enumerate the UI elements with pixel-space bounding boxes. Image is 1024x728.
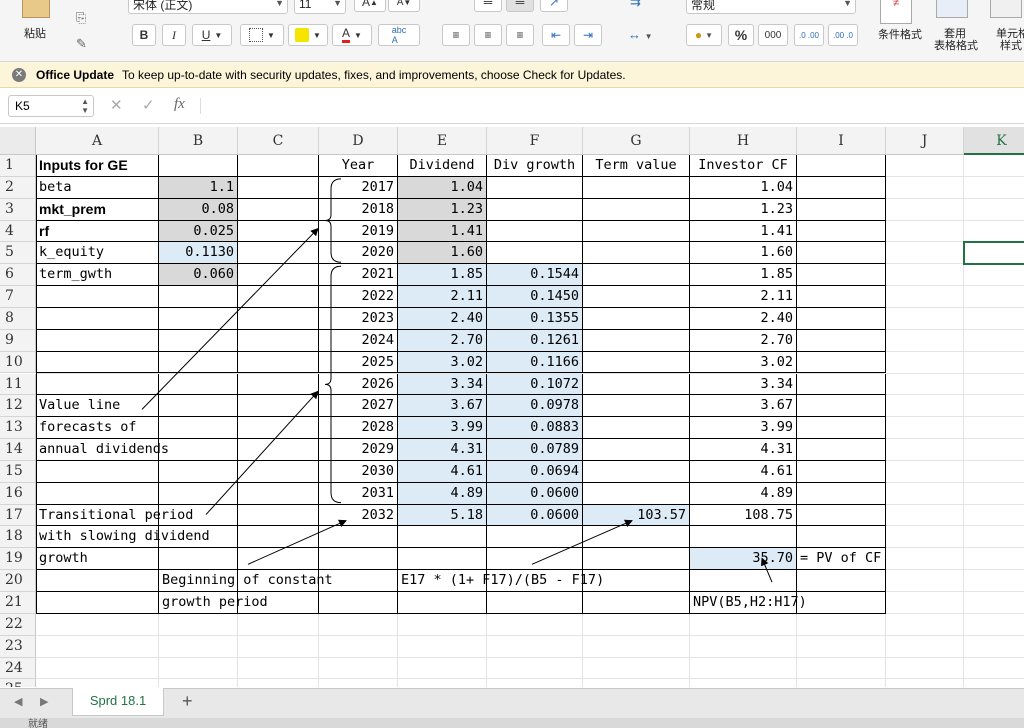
formula-bar: K5 ▲ ▼ ✕ ✓ fx	[0, 90, 1024, 124]
borders-icon	[249, 28, 264, 42]
prev-sheet-icon[interactable]: ◀	[14, 695, 22, 708]
top-align-button[interactable]: ═	[474, 0, 502, 12]
brace-transition-years	[324, 265, 342, 504]
italic-button[interactable]: I	[162, 24, 186, 46]
borders-button[interactable]: ▼	[240, 24, 284, 46]
cell-style-label-1[interactable]: 单元格	[996, 28, 1024, 40]
table-format-icon[interactable]	[936, 0, 968, 18]
sheet-tab[interactable]: Sprd 18.1	[72, 688, 164, 716]
fx-icon[interactable]: fx	[174, 96, 185, 113]
paste-label[interactable]: 粘贴	[24, 28, 46, 40]
status-bar: 就绪	[0, 718, 1024, 728]
increase-decimal-button[interactable]: .0 .00	[794, 24, 824, 46]
message-text: To keep up-to-date with security updates…	[122, 67, 626, 82]
confirm-icon[interactable]: ✓	[142, 96, 155, 114]
comma-button[interactable]: 000	[758, 24, 788, 46]
underline-letter: U	[201, 28, 211, 42]
middle-align-button[interactable]: ═	[506, 0, 534, 12]
increase-indent-button[interactable]: ⇥	[574, 24, 602, 46]
annotation-layer	[141, 178, 773, 583]
orientation-button[interactable]: ↗	[540, 0, 568, 12]
cell-style-label-2[interactable]: 样式	[1000, 40, 1022, 52]
add-sheet-button[interactable]: +	[182, 691, 193, 712]
font-name-select[interactable]: 宋体 (正文) ▼	[128, 0, 288, 14]
cell-style-icon[interactable]	[990, 0, 1022, 18]
font-size-value: 11	[299, 0, 312, 11]
phonetic-button[interactable]: abc A	[378, 24, 420, 46]
close-icon[interactable]: ✕	[12, 67, 26, 82]
merge-center-icon[interactable]: ↔ ▼	[628, 27, 653, 42]
format-painter-icon[interactable]: ✎	[76, 36, 87, 52]
formula-separator	[200, 98, 201, 114]
next-sheet-icon[interactable]: ▶	[40, 695, 48, 708]
arrow-value-line	[141, 227, 319, 410]
fill-bucket-icon	[295, 28, 310, 42]
number-format-select[interactable]: 常规 ▼	[686, 0, 856, 14]
name-box-spinner-icon[interactable]: ▲ ▼	[81, 97, 89, 115]
decrease-indent-button[interactable]: ⇤	[542, 24, 570, 46]
grow-font-button[interactable]: A ▲	[354, 0, 386, 12]
align-right-button[interactable]: ≡	[506, 24, 534, 46]
sheet-tab-bar: ◀ ▶ Sprd 18.1 +	[0, 688, 1024, 718]
number-format-value: 常规	[691, 0, 716, 12]
align-left-button[interactable]: ≡	[442, 24, 470, 46]
fill-color-button[interactable]: ▼	[288, 24, 328, 46]
font-size-select[interactable]: 11 ▼	[294, 0, 346, 14]
arrow-npv	[761, 557, 773, 583]
decrease-decimal-button[interactable]: .00 .0	[828, 24, 858, 46]
cancel-icon[interactable]: ✕	[110, 96, 123, 114]
conditional-format-label[interactable]: 条件格式	[878, 29, 922, 41]
underline-button[interactable]: U ▼	[192, 24, 232, 46]
font-color-button[interactable]: A ▼	[332, 24, 372, 46]
wrap-text-icon[interactable]: ⇉	[630, 0, 641, 10]
font-name-value: 宋体 (正文)	[133, 0, 193, 12]
table-format-label-1[interactable]: 套用	[944, 28, 966, 40]
accounting-format-button[interactable]: ● ▼	[686, 24, 722, 46]
formula-input[interactable]	[208, 98, 1008, 116]
name-box[interactable]: K5 ▲ ▼	[8, 95, 94, 117]
brace-forecast-years	[324, 178, 342, 263]
update-message-bar: ✕ Office Update To keep up-to-date with …	[0, 62, 1024, 88]
message-title: Office Update	[36, 67, 115, 82]
font-color-letter: A	[342, 27, 351, 43]
arrow-constant-growth	[247, 519, 347, 565]
shrink-font-button[interactable]: A ▼	[388, 0, 420, 12]
ribbon: 粘贴 ⎘ ✎ 宋体 (正文) ▼ 11 ▼ A ▲ A ▼ B I U ▼ ▼ ▼ A ▼ …	[0, 0, 1024, 62]
arrow-term-value	[531, 519, 633, 565]
name-box-value: K5	[15, 99, 30, 113]
spreadsheet-grid: ABCDEFGHIJK 1 2 3 4 5 6 7 8 9 10 11 12 13 14 15 16 17 18 1…	[0, 127, 1024, 687]
status-text: 就绪	[28, 719, 48, 728]
align-center-button[interactable]: ≡	[474, 24, 502, 46]
copy-icon[interactable]: ⎘	[76, 10, 86, 26]
arrow-transitional	[205, 390, 319, 515]
table-format-label-2[interactable]: 表格格式	[934, 40, 978, 52]
percent-button[interactable]: %	[728, 24, 754, 46]
bold-button[interactable]: B	[132, 24, 156, 46]
paste-icon[interactable]	[22, 0, 50, 18]
conditional-format-icon[interactable]: ≠	[880, 0, 912, 24]
